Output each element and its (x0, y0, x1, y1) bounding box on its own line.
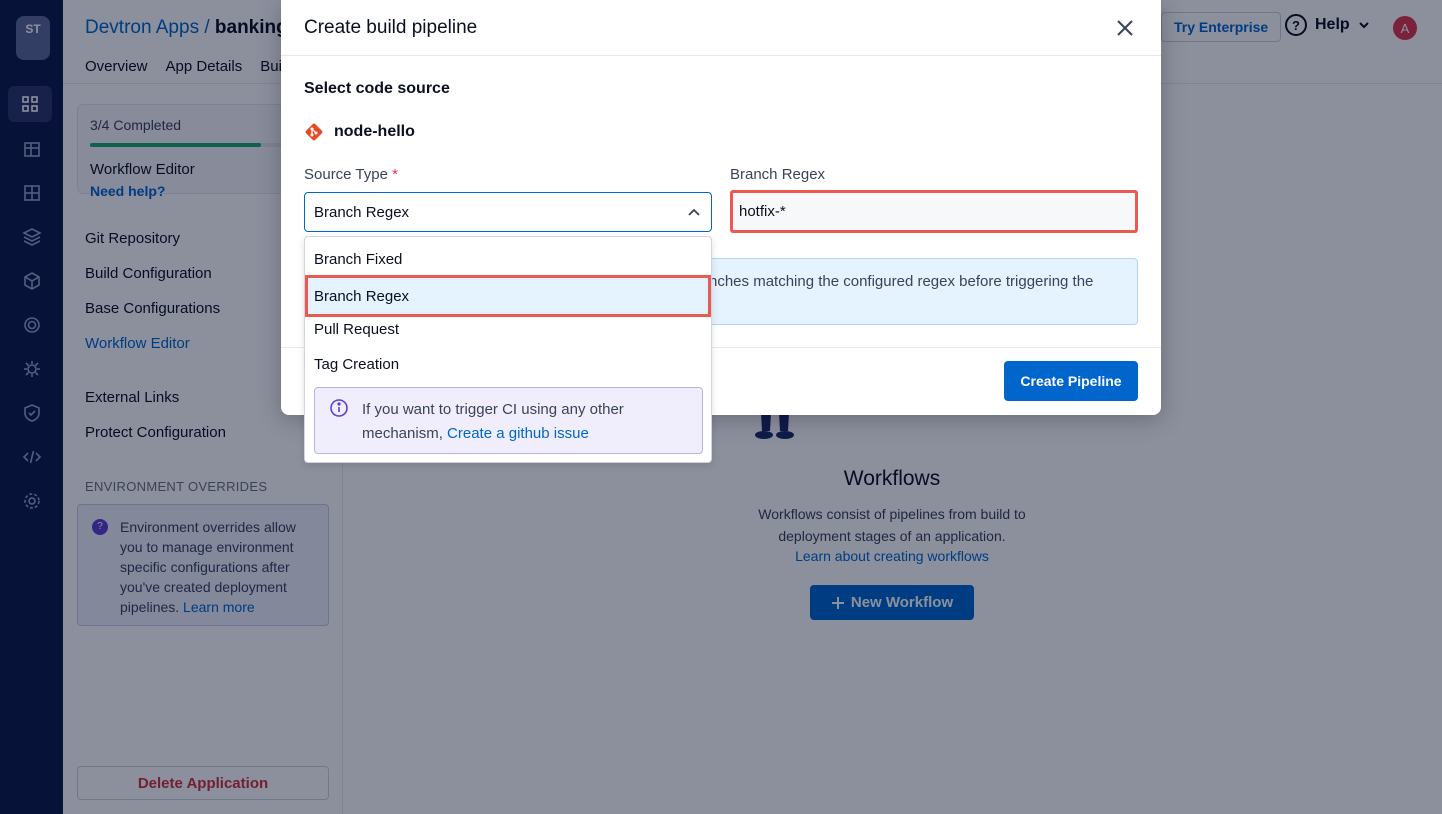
repository-label: node-hello (304, 122, 415, 142)
option-tag-creation[interactable]: Tag Creation (305, 347, 711, 382)
create-github-issue-link[interactable]: Create a github issue (447, 425, 589, 442)
chevron-up-icon (688, 208, 700, 216)
option-branch-fixed[interactable]: Branch Fixed (305, 242, 711, 277)
select-code-source-heading: Select code source (304, 80, 450, 97)
create-pipeline-button[interactable]: Create Pipeline (1004, 361, 1138, 401)
info-icon (330, 399, 348, 417)
option-branch-regex[interactable]: Branch Regex (305, 275, 711, 317)
modal-title: Create build pipeline (304, 17, 478, 38)
git-icon (305, 123, 323, 141)
source-type-select[interactable]: Branch Regex (304, 192, 712, 232)
branch-regex-label: Branch Regex (730, 166, 826, 183)
repository-name: node-hello (334, 123, 415, 140)
branch-regex-input[interactable] (730, 190, 1138, 233)
close-icon[interactable] (1115, 18, 1135, 38)
source-type-value: Branch Regex (314, 203, 410, 221)
modal-header: Create build pipeline (281, 0, 1161, 56)
github-issue-note: If you want to trigger CI using any othe… (314, 387, 703, 454)
required-asterisk: * (392, 166, 398, 183)
source-type-label: Source Type * (304, 166, 398, 183)
branch-regex-info-banner: nches matching the configured regex befo… (692, 258, 1138, 325)
option-pull-request[interactable]: Pull Request (305, 312, 711, 347)
source-type-menu: Branch Fixed Branch Regex Pull Request T… (304, 236, 712, 463)
